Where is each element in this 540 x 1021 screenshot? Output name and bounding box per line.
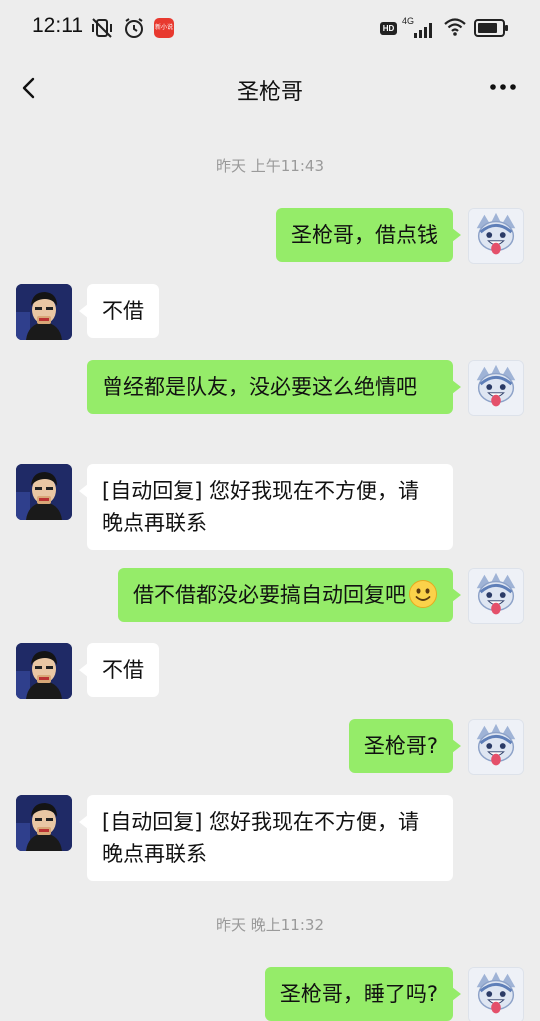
friend-avatar[interactable] — [16, 643, 72, 699]
my-avatar[interactable] — [468, 719, 524, 775]
my-avatar[interactable] — [468, 568, 524, 624]
message-bubble-friend[interactable]: 不借 — [79, 643, 159, 697]
my-avatar[interactable] — [468, 360, 524, 416]
status-time: 12:11 — [32, 14, 83, 37]
chat-timestamp: 昨天 晚上11:32 — [216, 916, 324, 934]
message-text: 借不借都没必要搞自动回复吧 — [133, 583, 406, 607]
my-avatar[interactable] — [468, 967, 524, 1021]
battery-icon — [474, 19, 508, 37]
message-bubble-friend[interactable]: [自动回复] 您好我现在不方便，请晚点再联系 — [79, 795, 453, 881]
chat-title: 圣枪哥 — [236, 80, 303, 105]
friend-avatar[interactable] — [16, 284, 72, 340]
smile-emoji-icon — [409, 580, 437, 608]
message-bubble-friend[interactable]: 不借 — [79, 284, 159, 338]
message-bubble-mine[interactable]: 圣枪哥，睡了吗? — [264, 967, 462, 1021]
signal-icon — [414, 23, 432, 38]
friend-avatar[interactable] — [16, 464, 72, 520]
message-bubble-mine[interactable]: 圣枪哥，借点钱 — [276, 208, 461, 262]
message-bubble-mine[interactable]: 借不借都没必要搞自动回复吧 — [118, 568, 461, 622]
more-icon[interactable] — [488, 82, 518, 92]
message-bubble-friend[interactable]: [自动回复] 您好我现在不方便，请晚点再联系 — [79, 464, 453, 550]
friend-avatar[interactable] — [16, 795, 72, 851]
nav-bar: 圣枪哥 — [0, 56, 540, 120]
message-bubble-mine[interactable]: 曾经都是队友，没必要这么绝情吧 — [87, 360, 461, 414]
vibrate-off-icon — [92, 18, 112, 38]
message-bubble-mine[interactable]: 圣枪哥? — [348, 719, 462, 773]
app-notification-icon: 新小说 — [154, 18, 174, 38]
wifi-icon — [444, 18, 466, 36]
alarm-icon — [125, 18, 143, 38]
my-avatar[interactable] — [468, 208, 524, 264]
status-bar: 12:11 新小说 HD 4G — [0, 0, 540, 56]
hd-badge: HD — [380, 22, 397, 35]
chat-timestamp: 昨天 上午11:43 — [216, 157, 324, 175]
